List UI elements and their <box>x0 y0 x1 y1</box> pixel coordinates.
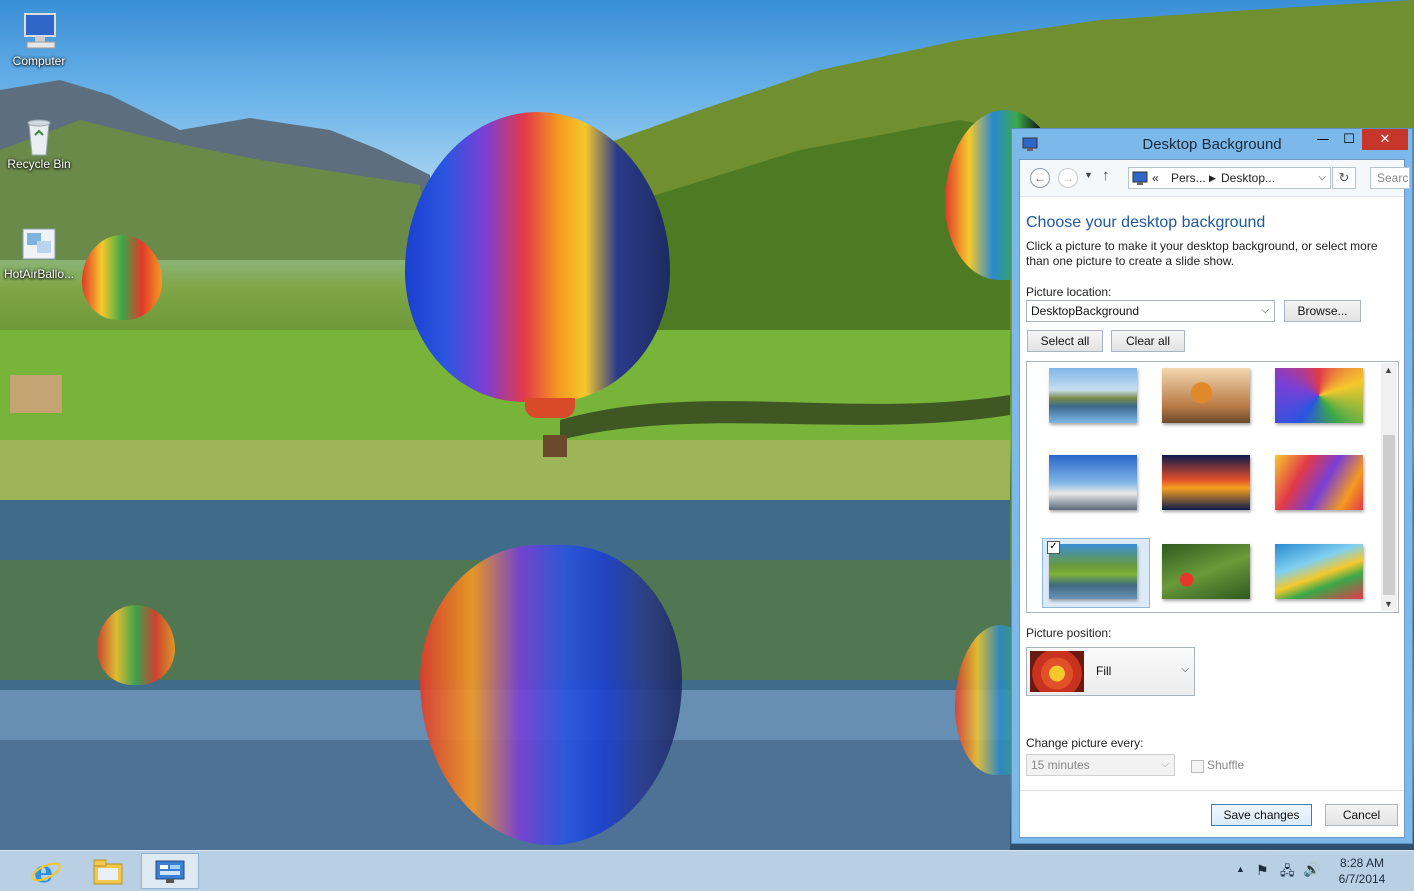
close-icon: ✕ <box>1379 132 1391 147</box>
back-arrow-icon: ← <box>1034 171 1046 185</box>
window-content: ← → ▼ ↑ « Pers... ▶ Desktop... ⌵ ↻ Searc… <box>1019 159 1410 838</box>
address-dropdown-icon[interactable]: ⌵ <box>1318 168 1326 188</box>
change-picture-every-label: Change picture every: <box>1026 736 1144 750</box>
volume-icon[interactable]: 🔊 <box>1303 861 1320 878</box>
thumbnail-7-checkbox[interactable]: ✓ <box>1047 541 1060 554</box>
minimize-icon: — <box>1316 132 1330 147</box>
clock[interactable]: 8:28 AM 6/7/2014 <box>1332 855 1392 887</box>
close-button[interactable]: ✕ <box>1362 129 1408 150</box>
thumbnail-1[interactable] <box>1049 368 1137 423</box>
scroll-down-icon[interactable]: ▼ <box>1384 599 1393 609</box>
picture-location-select[interactable]: DesktopBackground ⌵ <box>1026 300 1275 322</box>
desktop-icon-label: HotAirBallo... <box>3 267 75 281</box>
page-description: Click a picture to make it your desktop … <box>1026 239 1378 268</box>
thumbnail-5[interactable] <box>1162 455 1250 510</box>
taskbar-internet-explorer[interactable]: e <box>17 853 75 890</box>
clock-date: 6/7/2014 <box>1338 872 1386 886</box>
select-all-button[interactable]: Select all <box>1027 330 1103 352</box>
footer-divider <box>1020 790 1404 791</box>
small-balloon-reflection-image <box>97 605 175 685</box>
network-icon[interactable]: 🖧 <box>1280 862 1295 884</box>
clock-time: 8:28 AM <box>1339 856 1385 870</box>
up-button[interactable]: ↑ <box>1102 167 1110 184</box>
thumbnail-4[interactable] <box>1049 455 1137 510</box>
up-arrow-icon: ↑ <box>1102 167 1110 184</box>
recycle-bin-icon <box>17 115 61 156</box>
chevron-down-icon: ⌵ <box>1181 664 1189 675</box>
scrollbar-thumb[interactable] <box>1383 435 1395 595</box>
thumbnail-3[interactable] <box>1275 368 1363 423</box>
action-center-flag-icon[interactable]: ⚑ <box>1256 862 1269 879</box>
breadcrumb[interactable]: « Pers... ▶ Desktop... ⌵ <box>1128 167 1331 189</box>
desktop-icon-label: Recycle Bin <box>7 157 71 171</box>
small-balloon-image <box>82 235 162 320</box>
gallery-scrollbar[interactable]: ▲ ▼ <box>1381 363 1397 611</box>
thumbnail-2[interactable] <box>1162 368 1250 423</box>
fill-position-preview-icon <box>1030 651 1084 692</box>
cancel-button[interactable]: Cancel <box>1325 804 1398 826</box>
chevron-down-icon: ⌵ <box>1161 759 1169 770</box>
breadcrumb-item-personalization[interactable]: Pers... <box>1171 168 1206 188</box>
show-hidden-icons-button[interactable]: ▲ <box>1236 864 1245 874</box>
chevron-down-icon: ▼ <box>1084 170 1093 180</box>
maximize-icon: ☐ <box>1343 132 1355 147</box>
recent-locations-button[interactable]: ▼ <box>1084 170 1093 180</box>
taskbar: e ▲ ⚑ 🖧 🔊 8:28 AM 6/7/2014 <box>0 850 1414 891</box>
desktop-background-window: Desktop Background — ☐ ✕ ← → ▼ ↑ « Pers.… <box>1011 128 1413 844</box>
save-changes-button[interactable]: Save changes <box>1211 804 1312 826</box>
thumbnail-6[interactable] <box>1275 455 1363 510</box>
desktop-icon-label: Computer <box>12 54 66 68</box>
theme-file-icon <box>17 225 61 265</box>
picture-location-label: Picture location: <box>1026 285 1112 299</box>
clear-all-button[interactable]: Clear all <box>1111 330 1185 352</box>
page-heading: Choose your desktop background <box>1026 214 1266 231</box>
change-interval-select[interactable]: 15 minutes ⌵ <box>1026 754 1175 776</box>
shuffle-checkbox[interactable] <box>1191 760 1204 773</box>
checkmark-icon: ✓ <box>1049 541 1058 552</box>
picture-position-value: Fill <box>1096 664 1112 678</box>
forward-arrow-icon: → <box>1062 171 1074 185</box>
title-bar[interactable]: Desktop Background — ☐ ✕ <box>1012 129 1412 159</box>
thumbnail-7[interactable] <box>1049 544 1137 599</box>
search-input[interactable]: Search <box>1370 167 1410 189</box>
change-interval-value: 15 minutes <box>1031 758 1090 772</box>
forward-button[interactable]: → <box>1058 168 1078 188</box>
shuffle-label: Shuffle <box>1207 758 1245 772</box>
picture-position-select[interactable]: Fill ⌵ <box>1026 647 1195 696</box>
desktop-icon-recycle-bin[interactable]: Recycle Bin <box>0 115 78 171</box>
picture-gallery: ✓ ▲ ▼ <box>1026 361 1399 613</box>
computer-icon <box>17 12 61 52</box>
desktop-icon-computer[interactable]: Computer <box>0 12 78 68</box>
address-bar: ← → ▼ ↑ « Pers... ▶ Desktop... ⌵ ↻ Searc… <box>1020 160 1410 197</box>
picture-location-value: DesktopBackground <box>1031 304 1140 318</box>
thumbnail-9[interactable] <box>1275 544 1363 599</box>
back-button[interactable]: ← <box>1030 168 1050 188</box>
control-panel-icon <box>1132 171 1148 191</box>
desktop-icon-theme[interactable]: HotAirBallo... <box>0 225 78 281</box>
file-explorer-icon <box>92 858 124 890</box>
browse-button[interactable]: Browse... <box>1284 300 1361 322</box>
scroll-up-icon[interactable]: ▲ <box>1384 365 1393 375</box>
refresh-button[interactable]: ↻ <box>1332 167 1356 189</box>
minimize-button[interactable]: — <box>1310 129 1336 150</box>
breadcrumb-separator-icon: ▶ <box>1209 173 1216 183</box>
control-panel-icon <box>154 859 186 889</box>
picture-position-label: Picture position: <box>1026 626 1112 640</box>
maximize-button[interactable]: ☐ <box>1336 129 1362 150</box>
internet-explorer-icon: e <box>30 855 62 890</box>
breadcrumb-item-desktop-background[interactable]: Desktop... <box>1221 168 1275 188</box>
taskbar-control-panel[interactable] <box>141 853 199 889</box>
chevron-down-icon: ⌵ <box>1261 305 1269 316</box>
refresh-icon: ↻ <box>1338 170 1350 185</box>
taskbar-file-explorer[interactable] <box>79 853 137 889</box>
breadcrumb-overflow[interactable]: « <box>1152 168 1159 188</box>
thumbnail-8[interactable] <box>1162 544 1250 599</box>
